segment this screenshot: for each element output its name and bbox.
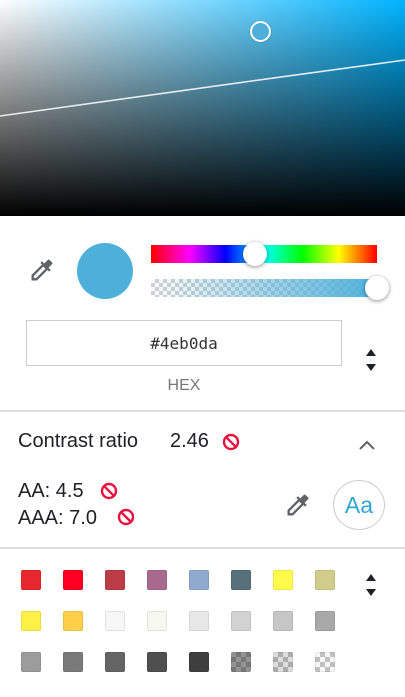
palette-swatch[interactable] [21,570,41,590]
palette-swatch[interactable] [189,652,209,672]
hex-input[interactable]: #4eb0da [26,320,342,366]
palette-swatch[interactable] [273,611,293,631]
eyedropper-icon[interactable] [284,491,312,519]
palette-swatch[interactable] [63,652,83,672]
alpha-slider[interactable] [151,279,377,297]
chevron-up-icon[interactable] [358,437,376,451]
palette-swatch[interactable] [231,652,251,672]
aaa-label: AAA: 7.0 [18,507,97,529]
palette-swatch[interactable] [105,611,125,631]
palette-swatch[interactable] [273,570,293,590]
palette-swatch[interactable] [63,570,83,590]
contrast-preview-text: Aa [344,491,374,518]
alpha-gradient [151,279,377,297]
eyedropper-icon[interactable] [28,256,56,284]
palette-swatch[interactable] [63,611,83,631]
swatch-tint [231,652,251,672]
no-entry-icon [100,482,118,500]
palette-swatch[interactable] [21,652,41,672]
contrast-ratio-value: 2.46 [170,430,209,452]
swatch-tint [315,652,335,672]
contrast-threshold-line [0,59,405,117]
palette-swatch[interactable] [231,611,251,631]
palette-swatch[interactable] [273,652,293,672]
contrast-ratio-title: Contrast ratio [18,430,139,452]
section-divider [0,410,405,412]
palette-swatch[interactable] [315,611,335,631]
aa-label: AA: 4.5 [18,480,84,502]
no-entry-icon [117,508,135,526]
palette-swatch[interactable] [21,611,41,631]
saturation-value-area[interactable] [0,0,405,216]
palette-swatch[interactable] [315,652,335,672]
aa-level: AA: 4.5 [18,480,84,503]
swatch-tint [273,652,293,672]
palette-swatch[interactable] [231,570,251,590]
palette-swatch[interactable] [147,652,167,672]
alpha-slider-thumb[interactable] [365,276,389,300]
palette-swatch[interactable] [189,570,209,590]
aaa-level: AAA: 7.0 [18,507,97,530]
format-label: HEX [167,377,201,394]
current-color-preview [77,243,133,299]
palette-swatch[interactable] [147,611,167,631]
saturation-value-handle[interactable] [250,21,271,42]
section-divider [0,547,405,549]
no-entry-icon [222,433,240,451]
palette-swatch[interactable] [105,570,125,590]
palette-swatch[interactable] [147,570,167,590]
up-down-arrows-icon[interactable] [364,573,378,597]
hex-value: #4eb0da [150,333,218,353]
palette-swatch[interactable] [315,570,335,590]
hue-slider-thumb[interactable] [242,242,267,266]
palette-swatch[interactable] [105,652,125,672]
palette-swatch[interactable] [189,611,209,631]
contrast-preview-button[interactable]: Aa [333,480,385,530]
up-down-arrows-icon[interactable] [364,348,378,372]
